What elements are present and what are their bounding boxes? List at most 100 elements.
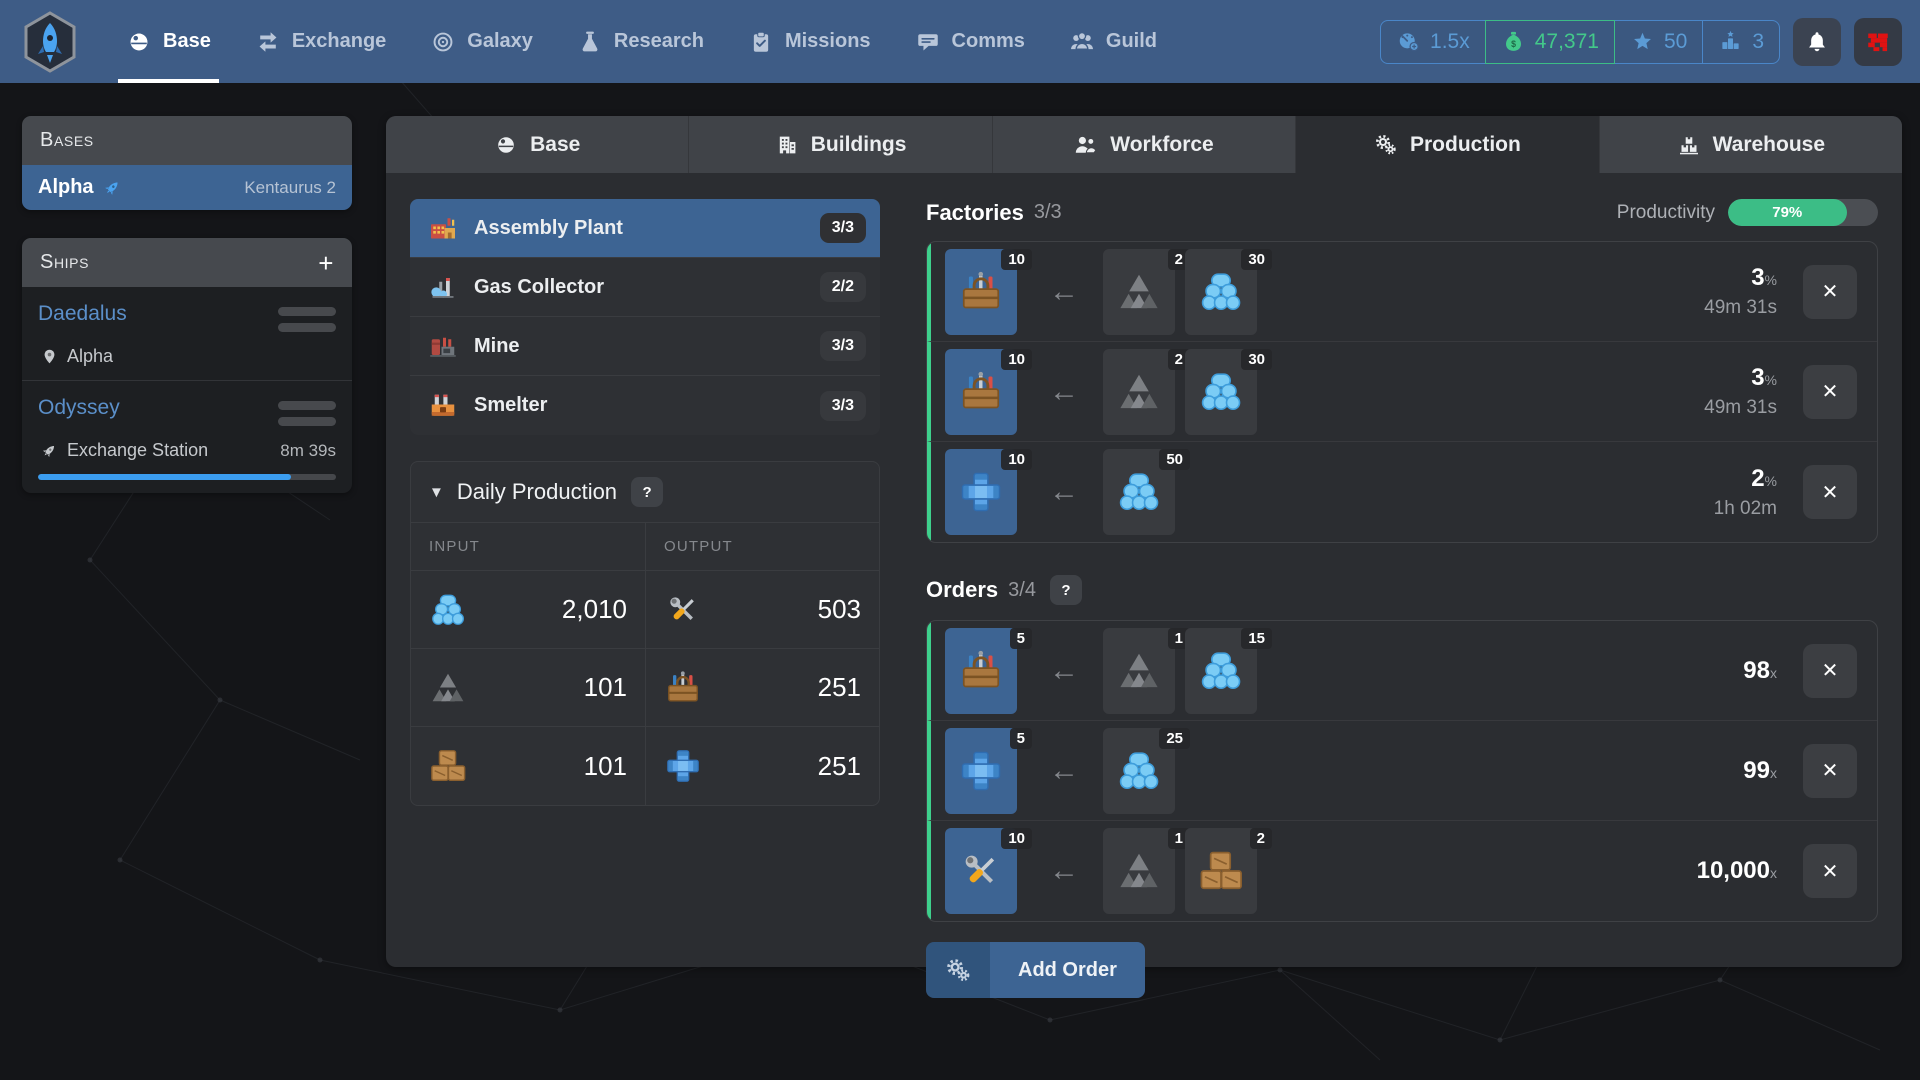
percent-unit: %	[1765, 473, 1777, 489]
star-icon	[1630, 29, 1655, 54]
input-item-tile[interactable]: 2	[1103, 349, 1175, 435]
output-item-tile[interactable]: 10	[945, 828, 1017, 914]
tab-production[interactable]: Production	[1296, 116, 1599, 173]
tools-resource-icon	[958, 848, 1004, 894]
cancel-order-button[interactable]: ✕	[1803, 844, 1857, 898]
app-logo[interactable]	[22, 11, 78, 73]
dp-input-value: 2,010	[562, 594, 627, 625]
cancel-production-button[interactable]: ✕	[1803, 365, 1857, 419]
planks-resource-icon[interactable]	[429, 747, 467, 785]
assembly-plant-icon	[428, 213, 458, 243]
base-icon	[126, 29, 152, 55]
nav-item-missions[interactable]: Missions	[726, 0, 893, 83]
dp-output-value: 251	[818, 672, 861, 703]
nav-item-galaxy[interactable]: Galaxy	[408, 0, 555, 83]
building-row-assembly-plant[interactable]: Assembly Plant 3/3	[410, 199, 880, 258]
input-item-tile[interactable]: 30	[1185, 349, 1257, 435]
ship-eta: 8m 39s	[280, 441, 336, 461]
stat-speed[interactable]: 1.5x	[1380, 20, 1486, 64]
percent-unit: %	[1765, 372, 1777, 388]
bell-icon	[1804, 29, 1830, 55]
nav-label: Base	[163, 30, 211, 53]
output-item-tile[interactable]: 5	[945, 628, 1017, 714]
order-quantity: 99	[1743, 757, 1770, 784]
toolbox-resource-icon[interactable]	[664, 669, 702, 707]
productivity-bar: 79%	[1728, 199, 1878, 226]
production-right-column: Factories 3/3 Productivity 79% 10 ← 2 30	[926, 199, 1878, 998]
tab-warehouse[interactable]: Warehouse	[1600, 116, 1902, 173]
ship-location: Alpha	[67, 346, 113, 367]
cancel-production-button[interactable]: ✕	[1803, 465, 1857, 519]
order-quantity: 98	[1743, 657, 1770, 684]
daily-production-header[interactable]: ▼ Daily Production ?	[411, 462, 879, 522]
progress-percent: 3	[1751, 264, 1764, 291]
ship-gauges	[278, 307, 336, 332]
building-row-gas-collector[interactable]: Gas Collector 2/2	[410, 258, 880, 317]
output-item-tile[interactable]: 10	[945, 249, 1017, 335]
input-item-tile[interactable]: 30	[1185, 249, 1257, 335]
output-item-tile[interactable]: 10	[945, 349, 1017, 435]
nav-item-guild[interactable]: Guild	[1047, 0, 1179, 83]
dp-input-cell: 101	[411, 649, 645, 727]
building-row-smelter[interactable]: Smelter 3/3	[410, 376, 880, 435]
tab-buildings[interactable]: Buildings	[689, 116, 992, 173]
nav-item-exchange[interactable]: Exchange	[233, 0, 408, 83]
input-item-tile[interactable]: 25	[1103, 728, 1175, 814]
ship-travel-icon	[41, 442, 58, 459]
collapse-caret-icon: ▼	[429, 484, 444, 501]
productivity-fill: 79%	[1728, 199, 1847, 226]
add-ship-button[interactable]: +	[318, 253, 334, 273]
nav-item-research[interactable]: Research	[555, 0, 726, 83]
help-button[interactable]: ?	[631, 477, 663, 507]
smelter-icon	[428, 391, 458, 421]
toolbox-resource-icon	[958, 269, 1004, 315]
input-item-tile[interactable]: 1	[1103, 628, 1175, 714]
stat-credits[interactable]: $47,371	[1485, 20, 1615, 64]
ore-resource-icon[interactable]	[429, 669, 467, 707]
tab-base[interactable]: Base	[386, 116, 689, 173]
input-item-tile[interactable]: 1	[1103, 828, 1175, 914]
factories-title: Factories	[926, 200, 1024, 226]
progress-percent: 2	[1751, 465, 1764, 492]
nav-item-comms[interactable]: Comms	[893, 0, 1047, 83]
cancel-order-button[interactable]: ✕	[1803, 744, 1857, 798]
dp-output-cell: 251	[645, 649, 879, 727]
bases-header: Bases	[22, 116, 352, 165]
base-detail-panel: Base Buildings Workforce Production Ware…	[386, 116, 1902, 967]
pipe-resource-icon[interactable]	[664, 747, 702, 785]
stat-level[interactable]: 50	[1614, 20, 1703, 64]
item-count-badge: 10	[1001, 449, 1032, 470]
dp-output-cell: 251	[645, 727, 879, 805]
gas-resource-icon[interactable]	[429, 591, 467, 629]
base-row-alpha[interactable]: Alpha Kentaurus 2	[22, 165, 352, 210]
stat-rank[interactable]: 3	[1702, 20, 1780, 64]
ship-row-daedalus[interactable]: Daedalus Alpha	[22, 287, 352, 380]
ship-row-odyssey[interactable]: Odyssey Exchange Station 8m 39s	[22, 381, 352, 493]
tab-workforce[interactable]: Workforce	[993, 116, 1296, 173]
nav-label: Exchange	[292, 30, 386, 53]
output-item-tile[interactable]: 10	[945, 449, 1017, 535]
daily-production-panel: ▼ Daily Production ? INPUT OUTPUT 2,010 …	[410, 461, 880, 806]
input-item-tile[interactable]: 50	[1103, 449, 1175, 535]
help-button[interactable]: ?	[1050, 575, 1082, 605]
nav-item-base[interactable]: Base	[104, 0, 233, 83]
add-order-button[interactable]: Add Order	[926, 942, 1145, 998]
bases-panel: Bases Alpha Kentaurus 2	[22, 116, 352, 210]
cancel-order-button[interactable]: ✕	[1803, 644, 1857, 698]
building-row-mine[interactable]: Mine 3/3	[410, 317, 880, 376]
ships-panel: Ships + Daedalus Alpha Odyssey	[22, 238, 352, 493]
gears-icon	[945, 957, 972, 984]
tools-resource-icon[interactable]	[664, 591, 702, 629]
orders-count: 3/4	[1008, 579, 1036, 602]
output-item-tile[interactable]: 5	[945, 728, 1017, 814]
input-item-tile[interactable]: 2	[1103, 249, 1175, 335]
notifications-button[interactable]	[1793, 18, 1841, 66]
cancel-production-button[interactable]: ✕	[1803, 265, 1857, 319]
factory-row: 10 ← 2 30 3% 49m 31s ✕	[927, 242, 1877, 342]
building-name: Gas Collector	[474, 276, 604, 299]
app-badge-button[interactable]	[1854, 18, 1902, 66]
input-item-tile[interactable]: 2	[1185, 828, 1257, 914]
item-count-badge: 5	[1010, 628, 1032, 649]
level-value: 50	[1664, 30, 1687, 54]
input-item-tile[interactable]: 15	[1185, 628, 1257, 714]
